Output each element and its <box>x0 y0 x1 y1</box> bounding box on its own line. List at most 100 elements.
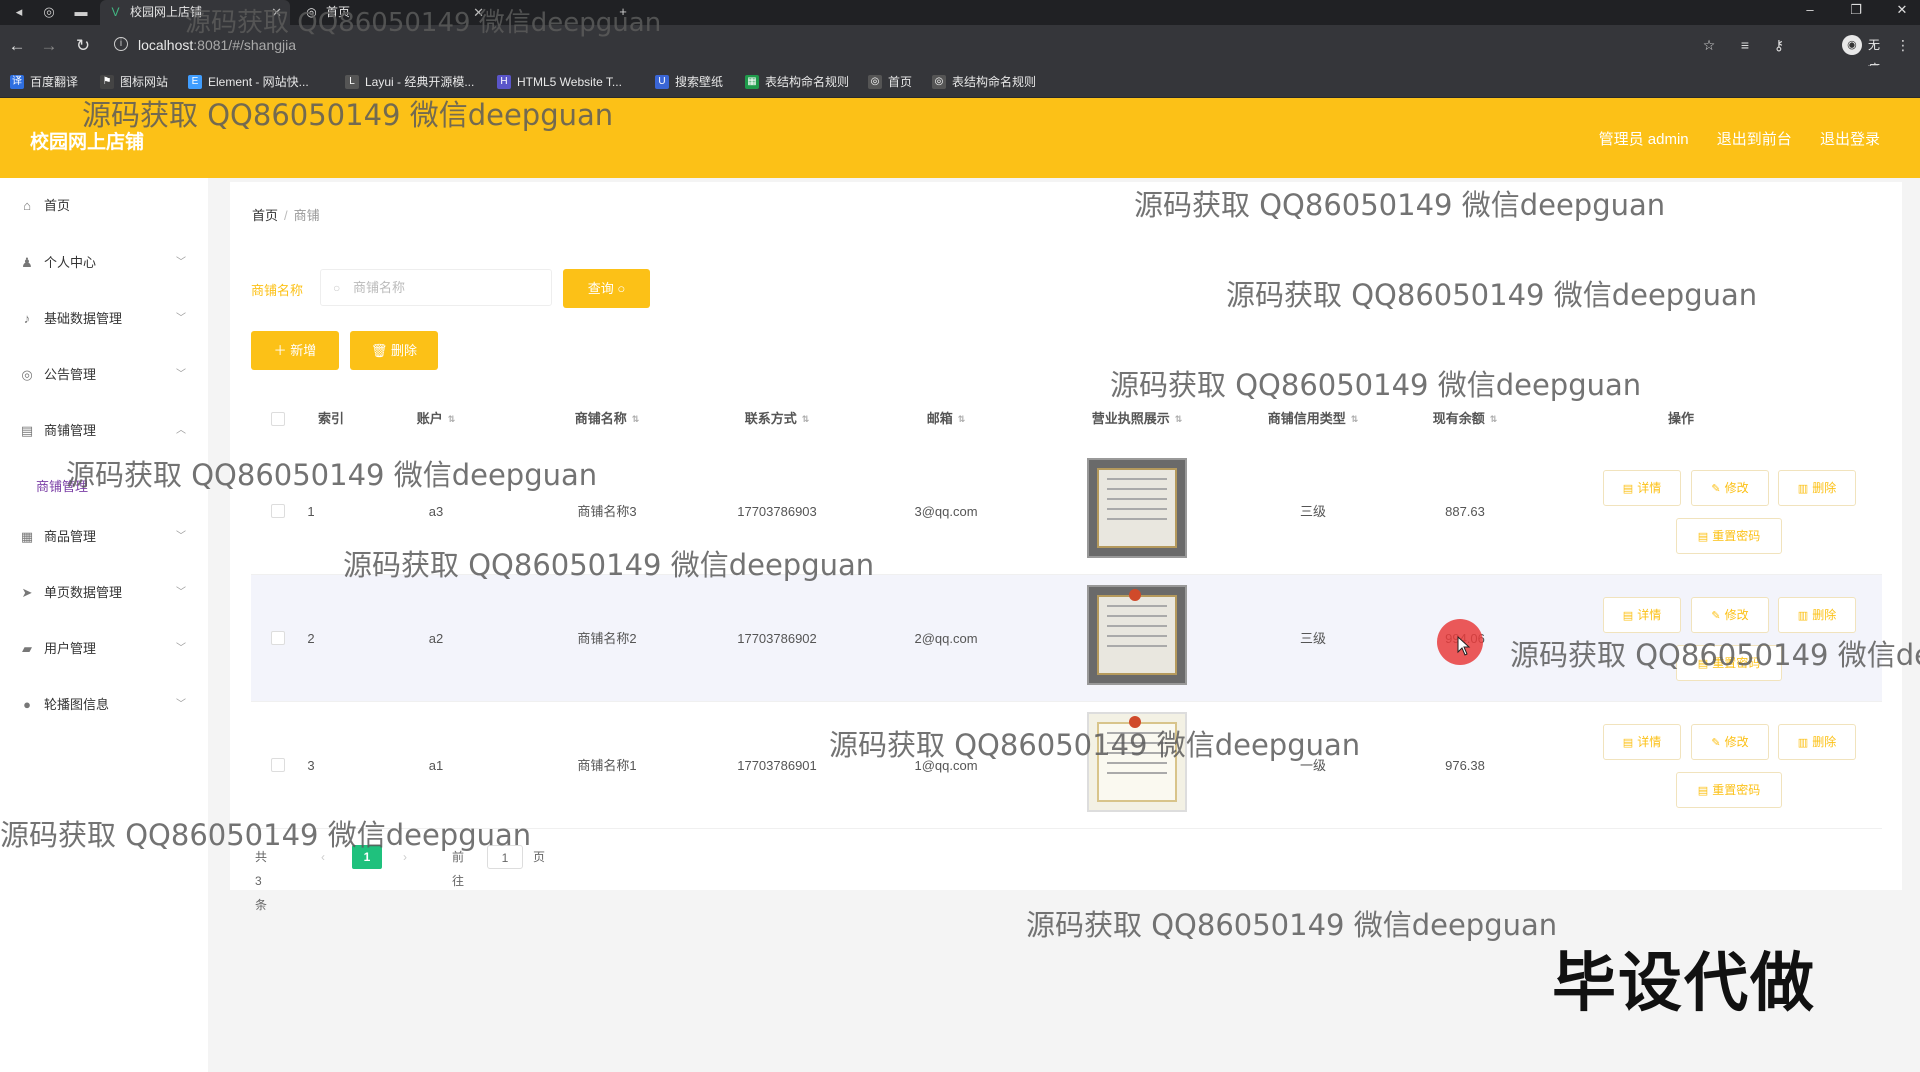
chevron-down-icon: ﹀ <box>176 699 186 710</box>
sidebar-item-carousel[interactable]: ● 轮播图信息 ﹀ <box>0 690 208 720</box>
reading-list-icon[interactable]: ≡ <box>1734 33 1756 57</box>
sort-icon[interactable]: ⇅ <box>1175 400 1183 438</box>
bookmark-item[interactable]: E Element - 网站快... <box>188 74 309 90</box>
sort-icon[interactable]: ⇅ <box>958 400 966 438</box>
sort-icon[interactable]: ⇅ <box>1351 400 1359 438</box>
star-icon[interactable]: ☆ <box>1698 33 1720 57</box>
license-image[interactable] <box>1087 458 1187 558</box>
select-all-checkbox[interactable] <box>271 412 285 426</box>
globe-icon[interactable]: ◎ <box>40 4 58 20</box>
column-header: 操作 <box>1667 411 1694 426</box>
window-icon[interactable]: ▬ <box>72 4 90 20</box>
row-delete-button[interactable]: ▥ 删除 <box>1778 724 1856 760</box>
watermark: 源码获取 QQ86050149 微信deepguan <box>82 98 614 132</box>
edit-icon: ✎ <box>1711 610 1721 622</box>
column-header[interactable]: 商铺名称 ⇅ <box>557 400 657 438</box>
column-header[interactable]: 现有余额 ⇅ <box>1415 400 1515 438</box>
add-button[interactable]: ＋ 新增 <box>251 331 339 370</box>
key-icon[interactable]: ⚷ <box>1768 33 1790 57</box>
bookmark-item[interactable]: ▦ 表结构命名规则 <box>745 74 849 90</box>
edit-button[interactable]: ✎ 修改 <box>1691 597 1769 633</box>
bookmark-item[interactable]: H HTML5 Website T... <box>497 74 622 90</box>
delete-button[interactable]: 🗑 删除 <box>350 331 438 370</box>
breadcrumb-home[interactable]: 首页 <box>252 208 278 223</box>
sheet-icon: ▦ <box>745 75 759 89</box>
cell-phone: 17703786901 <box>737 758 817 773</box>
element-icon: E <box>188 75 202 89</box>
info-icon[interactable]: i <box>114 37 128 51</box>
reload-icon[interactable]: ↻ <box>72 35 94 57</box>
plus-icon: ＋ <box>273 343 291 358</box>
profile-button[interactable]: ◉ 无痕模式 <box>1841 33 1880 124</box>
column-header[interactable]: 账户 ⇅ <box>386 400 486 438</box>
detail-button[interactable]: ▤ 详情 <box>1603 470 1681 506</box>
search-icon: ○ <box>617 281 626 296</box>
row-delete-button[interactable]: ▥ 删除 <box>1778 470 1856 506</box>
sidebar-item-home[interactable]: ⌂ 首页 <box>0 191 208 221</box>
detail-button[interactable]: ▤ 详情 <box>1603 724 1681 760</box>
globe-icon: ◎ <box>21 367 33 382</box>
cell-credit: 三级 <box>1299 504 1326 519</box>
sidebar-item-single-page[interactable]: ➤ 单页数据管理 ﹀ <box>0 578 208 608</box>
row-checkbox[interactable] <box>271 758 285 772</box>
bookmark-item[interactable]: ⚑ 图标网站 <box>100 74 168 90</box>
back-icon[interactable]: ← <box>6 35 28 57</box>
sidebar-item-users[interactable]: ▰ 用户管理 ﹀ <box>0 634 208 664</box>
watermark: 源码获取 QQ86050149 微信deepguan <box>1026 908 1558 942</box>
edit-button[interactable]: ✎ 修改 <box>1691 724 1769 760</box>
bookmark-item[interactable]: 译百度翻译 <box>10 74 78 90</box>
stamp-text: 毕设代做 <box>1552 947 1816 1021</box>
column-header[interactable]: 邮箱 ⇅ <box>896 400 996 438</box>
column-header[interactable]: 营业执照展示 ⇅ <box>1057 400 1217 438</box>
reset-password-button[interactable]: ▤ 重置密码 <box>1676 518 1782 554</box>
minimize-icon[interactable]: – <box>1800 2 1820 17</box>
query-button[interactable]: 查询 ○ <box>563 269 650 308</box>
row-delete-button[interactable]: ▥ 删除 <box>1778 597 1856 633</box>
sort-icon[interactable]: ⇅ <box>802 400 810 438</box>
bookmark-item[interactable]: L Layui - 经典开源模... <box>345 74 474 90</box>
globe-icon: ◎ <box>932 75 946 89</box>
sidebar-item-notice[interactable]: ◎ 公告管理 ﹀ <box>0 360 208 390</box>
menu-icon[interactable]: ⋮ <box>1896 33 1910 57</box>
cell-name: 商铺名称1 <box>577 758 637 773</box>
bookmark-item[interactable]: ◎ 表结构命名规则 <box>932 74 1036 90</box>
sidebar-item-profile[interactable]: ♟ 个人中心 ﹀ <box>0 248 208 278</box>
audio-icon[interactable]: ◂ <box>10 4 28 20</box>
reset-password-button[interactable]: ▤ 重置密码 <box>1676 772 1782 808</box>
detail-button[interactable]: ▤ 详情 <box>1603 597 1681 633</box>
logout-link[interactable]: 退出登录 <box>1820 131 1880 148</box>
edit-icon: ✎ <box>1711 737 1721 749</box>
sort-icon[interactable]: ⇅ <box>1490 400 1498 438</box>
column-header[interactable]: 商铺信用类型 ⇅ <box>1248 400 1378 438</box>
chevron-down-icon: ﹀ <box>176 531 186 542</box>
front-page-link[interactable]: 退出到前台 <box>1717 131 1792 148</box>
cell-name: 商铺名称2 <box>577 631 637 646</box>
url-path: :8081/#/shangjia <box>193 37 297 53</box>
translate-icon: 译 <box>10 75 24 89</box>
row-checkbox[interactable] <box>271 631 285 645</box>
edit-button[interactable]: ✎ 修改 <box>1691 470 1769 506</box>
bulb-icon: ● <box>23 697 31 712</box>
document-icon: ▤ <box>1697 531 1709 543</box>
sort-icon[interactable]: ⇅ <box>448 400 456 438</box>
sidebar-item-base-data[interactable]: ♪ 基础数据管理 ﹀ <box>0 304 208 334</box>
sidebar: ⌂ 首页 ♟ 个人中心 ﹀ ♪ 基础数据管理 ﹀ ◎ 公告管理 ﹀ ▤ 商铺管理… <box>0 178 208 1072</box>
close-window-icon[interactable]: ✕ <box>1892 2 1912 18</box>
sidebar-item-shop[interactable]: ▤ 商铺管理 ︿ <box>0 416 208 446</box>
home-icon: ⌂ <box>23 198 31 213</box>
license-image[interactable] <box>1087 585 1187 685</box>
forward-icon[interactable]: → <box>38 35 60 57</box>
chevron-down-icon: ﹀ <box>176 643 186 654</box>
search-input[interactable]: ○ 商铺名称 <box>320 269 552 306</box>
sidebar-item-goods[interactable]: ▦ 商品管理 ﹀ <box>0 522 208 552</box>
restore-icon[interactable]: ❐ <box>1846 2 1866 18</box>
column-header[interactable]: 索引 <box>301 400 361 438</box>
bookmark-item[interactable]: U 搜索壁纸 <box>655 74 723 90</box>
cell-balance: 887.63 <box>1445 504 1485 519</box>
cell-email: 3@qq.com <box>914 504 978 519</box>
column-header[interactable]: 联系方式 ⇅ <box>727 400 827 438</box>
seal-icon <box>1129 589 1141 601</box>
bookmark-item[interactable]: ◎ 首页 <box>868 74 912 90</box>
sort-icon[interactable]: ⇅ <box>632 400 640 438</box>
row-checkbox[interactable] <box>271 504 285 518</box>
